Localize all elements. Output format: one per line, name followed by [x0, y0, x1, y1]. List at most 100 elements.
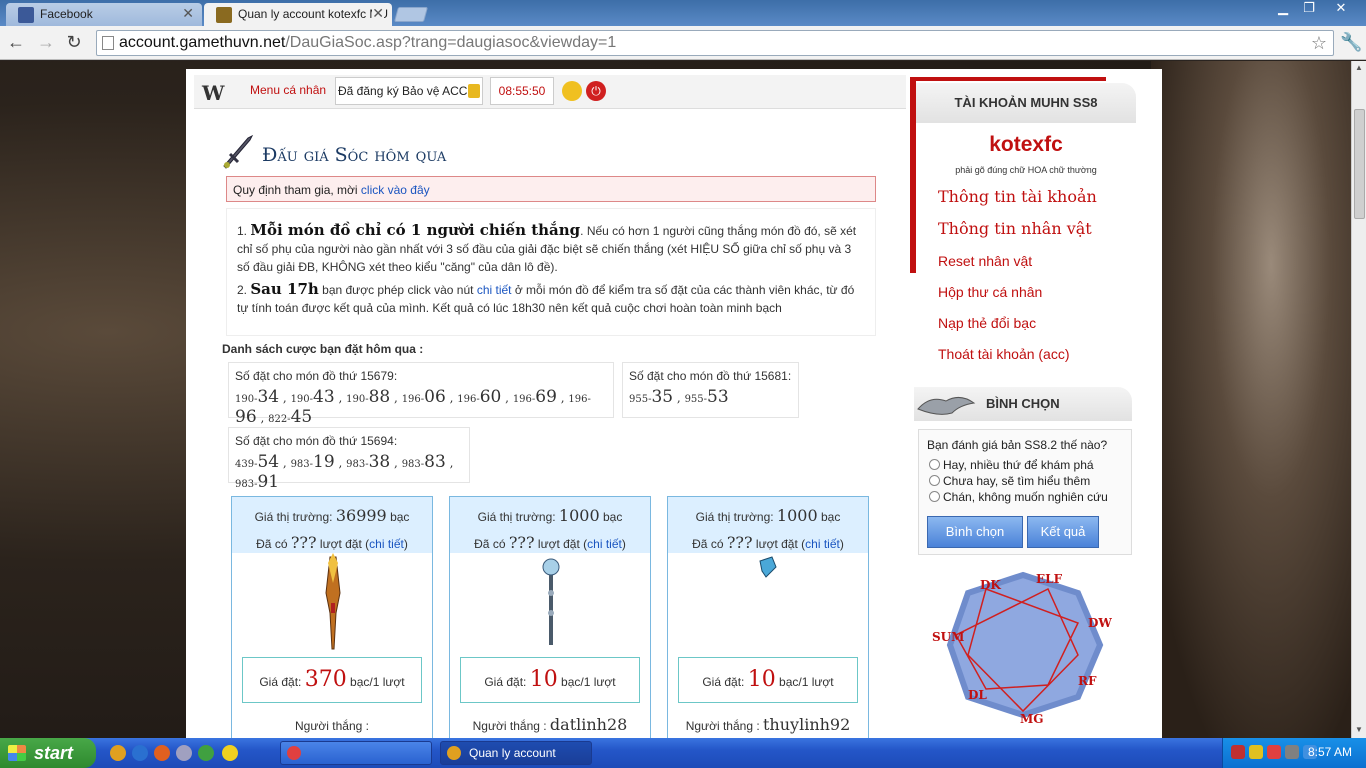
- count-pre: Đã có: [474, 537, 509, 551]
- vote-option[interactable]: Chưa hay, sẽ tìm hiểu thêm: [927, 474, 1123, 489]
- bid-suffix: 45: [290, 407, 313, 427]
- bid-box: Số đặt cho món đồ thứ 15681: 955-35 , 95…: [622, 362, 799, 418]
- logout-link[interactable]: Thoát tài khoản (acc): [938, 346, 1070, 362]
- detail-link[interactable]: chi tiết: [477, 283, 512, 297]
- ie-icon[interactable]: [132, 745, 148, 761]
- start-button[interactable]: start: [0, 738, 96, 768]
- start-label: start: [34, 743, 74, 763]
- bid-numbers: 955-35 , 955-53: [629, 387, 729, 407]
- radio-button[interactable]: [929, 491, 940, 502]
- winner-name: thuylinh92: [763, 715, 851, 734]
- page-scrollbar[interactable]: ▲ ▼: [1351, 61, 1366, 738]
- count-value: ???: [726, 533, 753, 552]
- winner-label: Người thắng :: [472, 719, 550, 733]
- personal-menu-link[interactable]: Menu cá nhân: [250, 83, 326, 97]
- firefox-icon[interactable]: [154, 745, 170, 761]
- tab-facebook[interactable]: Facebook ✕: [6, 3, 202, 26]
- scroll-thumb[interactable]: [1354, 109, 1365, 219]
- tray-icon[interactable]: [1285, 745, 1299, 759]
- taskbar-item[interactable]: [280, 741, 432, 765]
- vote-button[interactable]: Bình chọn: [927, 516, 1023, 548]
- results-button[interactable]: Kết quả: [1027, 516, 1099, 548]
- market-label: Giá thị trường:: [695, 510, 777, 524]
- market-price: Giá thị trường: 1000 bạc: [668, 503, 868, 530]
- bid-label: Số đặt cho món đồ thứ 15679:: [235, 369, 398, 383]
- item-image[interactable]: [232, 553, 432, 657]
- smiley-icon[interactable]: [222, 745, 238, 761]
- rules-info-box: 1. Mỗi món đồ chỉ có 1 người chiến thắng…: [226, 208, 876, 336]
- close-icon[interactable]: ✕: [182, 5, 194, 22]
- tray-icon[interactable]: [1267, 745, 1281, 759]
- rules-text: Quy định tham gia, mời: [233, 183, 361, 197]
- tab-account[interactable]: Quan ly account kotexfc MU ✕: [204, 3, 392, 26]
- chrome-icon[interactable]: [110, 745, 126, 761]
- character-info-link[interactable]: Thông tin nhân vật: [938, 219, 1092, 238]
- bid-price-box[interactable]: Giá đặt: 370 bạc/1 lượt: [242, 657, 422, 703]
- account-info-link[interactable]: Thông tin tài khoản: [938, 187, 1097, 206]
- address-bar[interactable]: account.gamethuvn.net/DauGiaSoc.asp?tran…: [96, 30, 1334, 56]
- tray-icon[interactable]: [1249, 745, 1263, 759]
- item-header: Giá thị trường: 1000 bạc Đã có ??? lượt …: [450, 497, 650, 553]
- bookmark-star-icon[interactable]: ☆: [1311, 31, 1327, 55]
- detail-link[interactable]: chi tiết: [587, 537, 622, 551]
- scroll-up-icon[interactable]: ▲: [1355, 63, 1363, 72]
- scroll-down-icon[interactable]: ▼: [1355, 725, 1363, 734]
- price-label: Giá đặt:: [484, 675, 530, 689]
- count-value: ???: [290, 533, 317, 552]
- rules-notice: Quy định tham gia, mời click vào đây: [226, 176, 876, 202]
- new-tab-button[interactable]: [393, 7, 429, 22]
- detail-link[interactable]: chi tiết: [805, 537, 840, 551]
- close-icon[interactable]: ✕: [372, 5, 384, 22]
- account-protection-status[interactable]: Đã đăng ký Bảo vệ ACC: [335, 77, 483, 105]
- taskbar-item-active[interactable]: Quan ly account kote...: [440, 741, 592, 765]
- page-icon: [102, 36, 114, 50]
- item-image[interactable]: [450, 553, 650, 657]
- account-panel: TÀI KHOẢN MUHN SS8 kotexfc phải gõ đúng …: [910, 77, 1136, 379]
- facebook-icon: [18, 7, 34, 23]
- sword-icon: [223, 134, 254, 169]
- back-arrow-icon[interactable]: ←: [4, 31, 28, 55]
- url-host: account.gamethuvn.net: [119, 34, 286, 51]
- winner-row: Người thắng : thuylinh92: [668, 715, 868, 734]
- market-price: Giá thị trường: 36999 bạc: [232, 503, 432, 530]
- bid-price-box[interactable]: Giá đặt: 10 bạc/1 lượt: [678, 657, 858, 703]
- vote-question: Bạn đánh giá bản SS8.2 thế nào?: [927, 438, 1108, 452]
- taskbar: start Quan ly account kote... 8:57 AM: [0, 738, 1366, 768]
- wrench-menu-icon[interactable]: 🔧: [1340, 32, 1362, 53]
- close-window-icon[interactable]: ✕: [1328, 0, 1354, 18]
- item-image[interactable]: [668, 553, 868, 657]
- market-price: Giá thị trường: 1000 bạc: [450, 503, 650, 530]
- inbox-link[interactable]: Hộp thư cá nhân: [938, 284, 1042, 300]
- radio-button[interactable]: [929, 475, 940, 486]
- browser-tabbar: Facebook ✕ Quan ly account kotexfc MU ✕ …: [0, 0, 1366, 26]
- app-icon[interactable]: [198, 745, 214, 761]
- rules-link[interactable]: click vào đây: [361, 183, 430, 197]
- tray-icon[interactable]: [1231, 745, 1245, 759]
- radio-button[interactable]: [929, 459, 940, 470]
- smiley-icon[interactable]: [562, 81, 582, 101]
- reload-icon[interactable]: ↻: [62, 31, 86, 55]
- page-viewport: W Menu cá nhân Đã đăng ký Bảo vệ ACC 08:…: [0, 61, 1351, 738]
- settings-icon[interactable]: [176, 745, 192, 761]
- unit: bạc: [817, 510, 841, 524]
- topup-link[interactable]: Nạp thẻ đổi bạc: [938, 315, 1036, 331]
- chrome-icon: [287, 746, 301, 760]
- vote-option[interactable]: Chán, không muốn nghiên cứu: [927, 490, 1123, 505]
- bid-number: 983-83: [402, 452, 446, 472]
- restore-icon[interactable]: ❐: [1296, 0, 1322, 18]
- site-logo[interactable]: W: [202, 81, 224, 105]
- power-icon[interactable]: ⏻: [586, 81, 606, 101]
- bid-numbers: 190-34 , 190-43 , 190-88 , 196-06 , 196-…: [235, 387, 591, 427]
- price-label: Giá đặt:: [702, 675, 748, 689]
- bid-number: 190-43: [291, 387, 335, 407]
- reset-character-link[interactable]: Reset nhân vật: [938, 253, 1032, 269]
- bid-suffix: 88: [368, 387, 391, 407]
- detail-link[interactable]: chi tiết: [369, 537, 404, 551]
- bid-number: 983-19: [291, 452, 335, 472]
- bid-price-box[interactable]: Giá đặt: 10 bạc/1 lượt: [460, 657, 640, 703]
- rule-2: 2. Sau 17h bạn được phép click vào nút c…: [237, 280, 865, 317]
- minimize-icon[interactable]: ▁: [1270, 0, 1296, 18]
- forward-arrow-icon[interactable]: →: [34, 31, 58, 55]
- vote-option[interactable]: Hay, nhiều thứ để khám phá: [927, 458, 1123, 473]
- paren: ): [403, 537, 408, 551]
